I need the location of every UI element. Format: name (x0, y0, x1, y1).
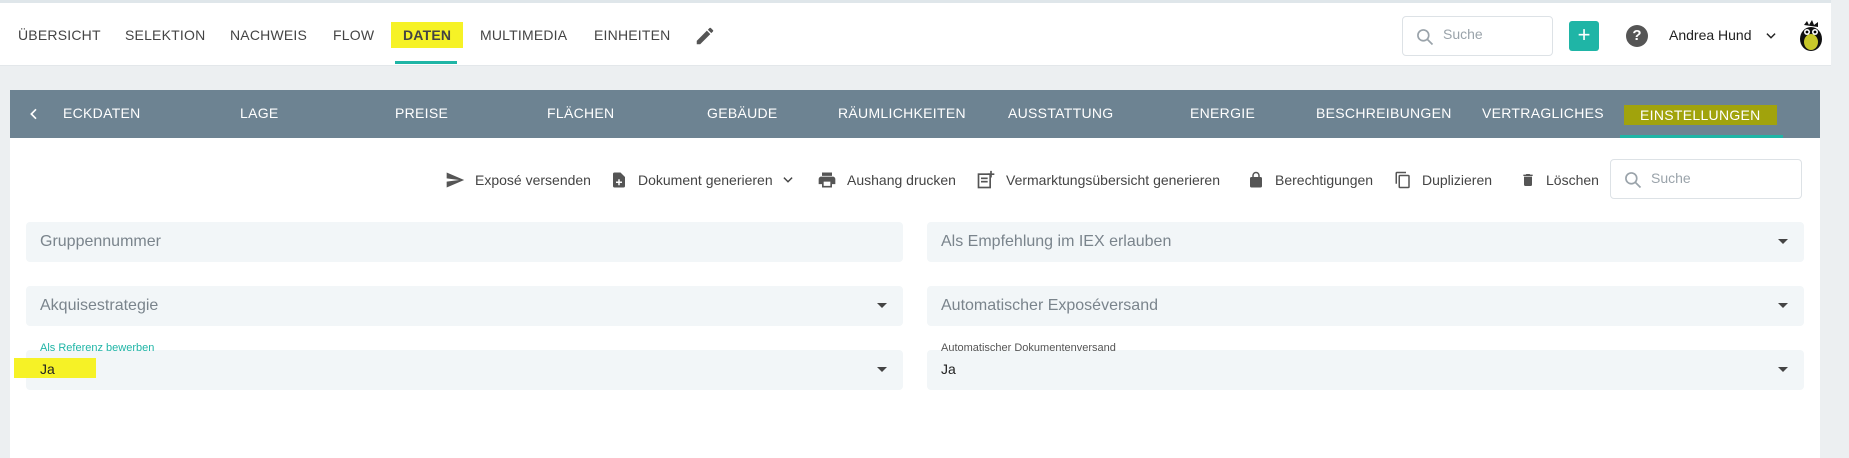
subtab-flaechen[interactable]: FLÄCHEN (547, 105, 614, 121)
subtab-eckdaten[interactable]: ECKDATEN (63, 105, 141, 121)
referenz-label: Als Referenz bewerben (40, 342, 155, 354)
copy-icon (1395, 171, 1410, 189)
nav-flow[interactable]: FLOW (333, 25, 374, 45)
send-icon (446, 172, 465, 188)
avatar[interactable] (1794, 19, 1828, 53)
help-icon[interactable]: ? (1626, 25, 1648, 47)
aushang-drucken-label: Aushang drucken (847, 172, 956, 188)
global-search-input[interactable] (1443, 26, 1543, 42)
exposeversand-select[interactable]: Automatischer Exposéversand (927, 286, 1804, 326)
printer-icon (818, 172, 836, 188)
loeschen-label: Löschen (1546, 172, 1599, 188)
pencil-icon[interactable] (694, 25, 716, 47)
subtab-lage[interactable]: LAGE (240, 105, 279, 121)
subtab-raeumlichkeiten[interactable]: RÄUMLICHKEITEN (838, 105, 966, 121)
vermarktungsuebersicht-label: Vermarktungsübersicht generieren (1006, 172, 1221, 188)
akquisestrategie-select[interactable]: Akquisestrategie (26, 286, 903, 326)
add-button[interactable]: + (1569, 21, 1599, 51)
berechtigungen-button[interactable]: Berechtigungen (1247, 170, 1373, 190)
aushang-drucken-button[interactable]: Aushang drucken (817, 170, 956, 190)
sub-navigation: ECKDATEN LAGE PREISE FLÄCHEN GEBÄUDE RÄU… (10, 90, 1820, 138)
dokumentenversand-select[interactable]: Automatischer Dokumentenversand Ja (927, 342, 1804, 390)
active-subtab-indicator (1620, 135, 1783, 138)
toolbar-search-input[interactable] (1651, 170, 1791, 186)
nav-daten[interactable]: DATEN (391, 22, 464, 48)
chevron-down-icon[interactable] (781, 173, 795, 187)
nav-multimedia[interactable]: MULTIMEDIA (480, 25, 567, 45)
dropdown-arrow-icon (1778, 367, 1788, 372)
empfehlung-select[interactable]: Als Empfehlung im IEX erlauben (927, 222, 1804, 262)
vermarktungsuebersicht-button[interactable]: Vermarktungsübersicht generieren (976, 170, 1220, 190)
referenz-value: Ja (40, 361, 55, 377)
dokumentenversand-value: Ja (941, 361, 956, 377)
nav-uebersicht[interactable]: ÜBERSICHT (18, 25, 101, 45)
dropdown-arrow-icon (877, 303, 887, 308)
search-icon (1417, 29, 1434, 46)
gruppennummer-placeholder: Gruppennummer (40, 233, 161, 250)
nav-einheiten[interactable]: EINHEITEN (594, 25, 670, 45)
subtab-preise[interactable]: PREISE (395, 105, 448, 121)
dokument-generieren-button[interactable]: Dokument generieren (610, 170, 795, 190)
expose-versenden-button[interactable]: Exposé versenden (445, 170, 591, 190)
trash-icon (1523, 174, 1533, 186)
duplizieren-label: Duplizieren (1422, 172, 1493, 188)
empfehlung-placeholder: Als Empfehlung im IEX erlauben (941, 233, 1172, 250)
subtab-energie[interactable]: ENERGIE (1190, 105, 1255, 121)
berechtigungen-label: Berechtigungen (1275, 172, 1374, 188)
referenz-select[interactable]: Als Referenz bewerben Ja (14, 342, 903, 390)
global-search[interactable] (1402, 16, 1553, 56)
dropdown-arrow-icon (1778, 303, 1788, 308)
active-tab-indicator (395, 61, 457, 64)
loeschen-button[interactable]: Löschen (1520, 170, 1599, 190)
value-highlight (14, 358, 96, 378)
content-card: ECKDATEN LAGE PREISE FLÄCHEN GEBÄUDE RÄU… (10, 90, 1820, 458)
nav-selektion[interactable]: SELEKTION (125, 25, 205, 45)
dropdown-arrow-icon (1778, 239, 1788, 244)
document-add-icon (613, 172, 625, 188)
toolbar-search[interactable] (1610, 159, 1802, 199)
gruppennummer-field[interactable]: Gruppennummer (26, 222, 903, 262)
lock-icon (1250, 171, 1262, 188)
dokument-generieren-label: Dokument generieren (638, 172, 773, 188)
exposeversand-placeholder: Automatischer Exposéversand (941, 297, 1158, 314)
subtab-gebaeude[interactable]: GEBÄUDE (707, 105, 778, 121)
subtab-beschreibungen[interactable]: BESCHREIBUNGEN (1316, 105, 1452, 121)
top-bar: ÜBERSICHT SELEKTION NACHWEIS FLOW DATEN … (0, 0, 1831, 66)
subtab-vertragliches[interactable]: VERTRAGLICHES (1482, 105, 1604, 121)
search-icon (1625, 172, 1642, 189)
list-add-icon (977, 170, 995, 189)
subtab-einstellungen[interactable]: EINSTELLUNGEN (1624, 105, 1777, 125)
chevron-left-icon[interactable] (26, 106, 42, 122)
dropdown-arrow-icon (877, 367, 887, 372)
chevron-down-icon[interactable] (1764, 29, 1778, 43)
nav-nachweis[interactable]: NACHWEIS (230, 25, 307, 45)
subtab-ausstattung[interactable]: AUSSTATTUNG (1008, 105, 1113, 121)
user-name[interactable]: Andrea Hund (1669, 27, 1752, 43)
dokumentenversand-label: Automatischer Dokumentenversand (941, 342, 1116, 354)
akquisestrategie-placeholder: Akquisestrategie (40, 297, 159, 314)
expose-versenden-label: Exposé versenden (475, 172, 591, 188)
duplizieren-button[interactable]: Duplizieren (1394, 170, 1492, 190)
